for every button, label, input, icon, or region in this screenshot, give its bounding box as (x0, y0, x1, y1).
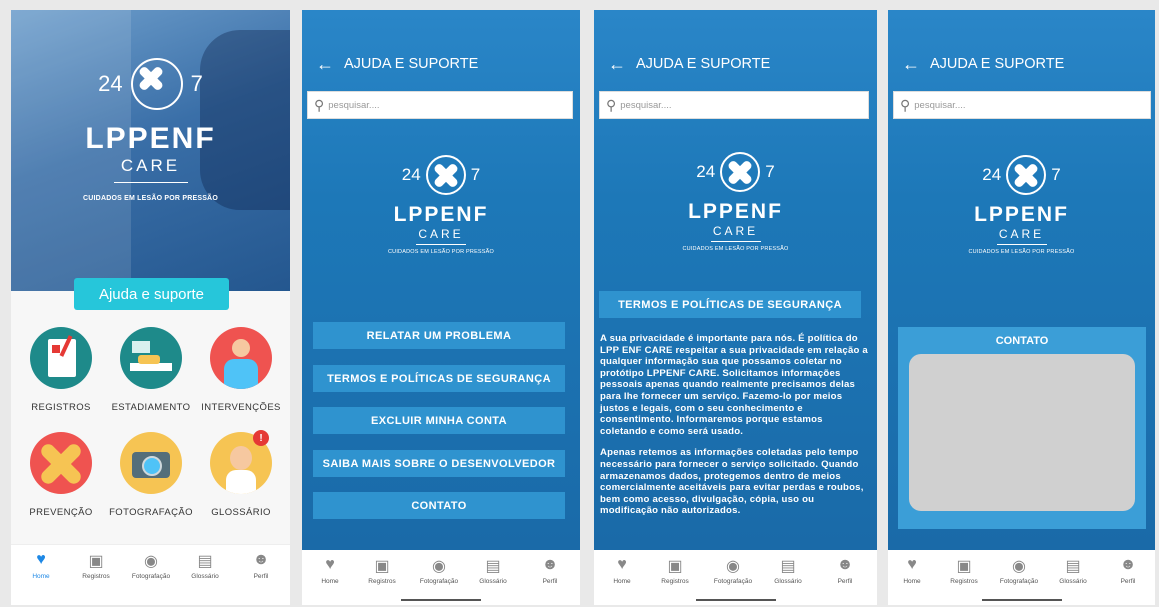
bandage-cross-icon (130, 58, 183, 110)
page-title: AJUDA E SUPORTE (636, 56, 771, 72)
nav-home[interactable]: ♥ Home (888, 556, 938, 585)
arrow-left-icon[interactable]: ← (608, 54, 626, 75)
nav-perfil[interactable]: ☻ Perfil (819, 556, 871, 585)
camera-icon: ◉ (1012, 558, 1026, 575)
app-header: ← AJUDA E SUPORTE (888, 10, 1155, 87)
about-developer-button[interactable]: SAIBA MAIS SOBRE O DESENVOLVEDOR (313, 450, 565, 477)
bottom-nav: ♥ Home ▣ Registros ◉ Fotografação ▤ Glossári… (302, 550, 580, 605)
home-indicator (401, 599, 481, 601)
medical-kit-icon: ▣ (956, 558, 972, 575)
page-title: AJUDA E SUPORTE (344, 56, 479, 72)
profile-icon: ☻ (252, 551, 270, 568)
delete-account-button[interactable]: EXCLUIR MINHA CONTA (313, 407, 565, 434)
bottom-nav: ♥ Home ▣ Registros ◉ Fotografação ▤ Glos… (11, 544, 290, 605)
app-name: LPPENF (85, 122, 216, 155)
help-screen: ← AJUDA E SUPORTE ⚲ pesquisar.... 24 7 LP… (302, 10, 580, 605)
notebook-icon: ▤ (197, 553, 213, 570)
heart-plus-icon: ♥ (907, 556, 917, 573)
heart-plus-icon: ♥ (325, 556, 335, 573)
app-logo: 24 7 LPPENF CARE CUIDADOS EM LESÃO POR PR… (594, 152, 877, 252)
notebook-icon: ▤ (485, 558, 501, 575)
medical-kit-icon: ▣ (667, 558, 683, 575)
hospital-bed-icon (120, 327, 182, 389)
notification-badge: ! (253, 430, 269, 446)
tile-prevencao[interactable]: PREVENÇÃO (15, 432, 107, 518)
clipboard-icon (30, 327, 92, 389)
arrow-left-icon[interactable]: ← (316, 54, 334, 75)
contact-title: CONTATO (995, 335, 1049, 347)
profile-icon: ☻ (836, 556, 854, 573)
search-icon: ⚲ (900, 96, 911, 113)
bandage-cross-icon (425, 155, 466, 195)
app-header: ← AJUDA E SUPORTE (302, 10, 580, 87)
notebook-icon: ▤ (780, 558, 796, 575)
tile-glossario[interactable]: ! GLOSSÁRIO (195, 430, 287, 518)
nav-registros[interactable]: ▣ Registros (70, 551, 122, 580)
terms-title: TERMOS E POLÍTICAS DE SEGURANÇA (599, 291, 861, 318)
home-screen: 24 7 LPPENF CARE CUIDADOS EM LESÃO POR P… (11, 10, 290, 605)
search-input[interactable]: ⚲ pesquisar.... (893, 91, 1151, 119)
bandage-cross-icon (720, 152, 761, 192)
nav-perfil[interactable]: ☻ Perfil (235, 551, 287, 580)
nav-glossario[interactable]: ▤ Glossário (467, 556, 519, 585)
heart-plus-icon: ♥ (36, 551, 46, 568)
nav-home[interactable]: ♥ Home (304, 556, 356, 585)
nav-home[interactable]: ♥ Home (596, 556, 648, 585)
contact-card: CONTATO (898, 327, 1146, 529)
app-header: ← AJUDA E SUPORTE (594, 10, 877, 87)
nav-registros[interactable]: ▣ Registros (649, 556, 701, 585)
search-input[interactable]: ⚲ pesquisar.... (307, 91, 573, 119)
app-logo: 24 7 LPPENF CARE CUIDADOS EM LESÃO POR PR… (302, 155, 580, 255)
search-icon: ⚲ (314, 96, 325, 113)
tile-estadiamento[interactable]: ESTADIAMENTO (105, 327, 197, 413)
profile-icon: ☻ (1119, 556, 1137, 573)
home-indicator (695, 599, 776, 601)
terms-screen: ← AJUDA E SUPORTE ⚲ pesquisar.... 24 7 LP… (594, 10, 877, 605)
camera-icon (120, 432, 182, 494)
bottom-nav: ♥ Home ▣ Registros ◉ Fotografação ▤ Glossári… (888, 550, 1155, 605)
nav-fotografacao[interactable]: ◉ Fotografação (707, 556, 759, 585)
injured-patient-icon (210, 327, 272, 389)
camera-icon: ◉ (144, 553, 158, 570)
policy-text: A sua privacidade é importante para nós.… (600, 333, 868, 517)
camera-icon: ◉ (726, 558, 740, 575)
contact-button[interactable]: CONTATO (313, 492, 565, 519)
arrow-left-icon[interactable]: ← (902, 54, 920, 75)
app-logo: 24 7 LPPENF CARE CUIDADOS EM LESÃO POR PR… (888, 155, 1155, 255)
tile-fotografacao[interactable]: FOTOGRAFAÇÃO (105, 432, 197, 518)
nav-perfil[interactable]: ☻ Perfil (1102, 556, 1154, 585)
camera-icon: ◉ (432, 558, 446, 575)
nav-fotografacao[interactable]: ◉ Fotografação (125, 551, 177, 580)
nav-perfil[interactable]: ☻ Perfil (524, 556, 576, 585)
report-problem-button[interactable]: RELATAR UM PROBLEMA (313, 322, 565, 349)
nav-glossario[interactable]: ▤ Glossário (762, 556, 814, 585)
nav-fotografacao[interactable]: ◉ Fotografação (413, 556, 465, 585)
nav-fotografacao[interactable]: ◉ Fotografação (993, 556, 1045, 585)
heart-plus-icon: ♥ (617, 556, 627, 573)
terms-policies-button[interactable]: TERMOS E POLÍTICAS DE SEGURANÇA (313, 365, 565, 392)
nav-glossario[interactable]: ▤ Glossário (179, 551, 231, 580)
contact-content-placeholder (909, 354, 1135, 511)
nav-registros[interactable]: ▣ Registros (356, 556, 408, 585)
hero-banner: 24 7 LPPENF CARE CUIDADOS EM LESÃO POR P… (11, 10, 290, 291)
notebook-icon: ▤ (1065, 558, 1081, 575)
nav-glossario[interactable]: ▤ Glossário (1047, 556, 1099, 585)
medical-kit-icon: ▣ (374, 558, 390, 575)
search-input[interactable]: ⚲ pesquisar.... (599, 91, 869, 119)
contact-screen: ← AJUDA E SUPORTE ⚲ pesquisar.... 24 7 LP… (888, 10, 1155, 605)
search-icon: ⚲ (606, 96, 617, 113)
page-title: AJUDA E SUPORTE (930, 56, 1065, 72)
bandage-cross-icon (1006, 155, 1047, 195)
tile-intervencoes[interactable]: INTERVENÇÕES (195, 327, 287, 413)
help-support-button[interactable]: Ajuda e suporte (74, 278, 229, 310)
nav-registros[interactable]: ▣ Registros (938, 556, 990, 585)
bottom-nav: ♥ Home ▣ Registros ◉ Fotografação ▤ Glossári… (594, 550, 877, 605)
profile-icon: ☻ (541, 556, 559, 573)
bandage-icon (30, 432, 92, 494)
tile-registros[interactable]: REGISTROS (15, 327, 107, 413)
home-indicator (981, 599, 1062, 601)
nav-home[interactable]: ♥ Home (15, 551, 67, 580)
app-logo: 24 7 LPPENF CARE CUIDADOS EM LESÃO POR P… (11, 58, 290, 202)
medical-kit-icon: ▣ (88, 553, 104, 570)
